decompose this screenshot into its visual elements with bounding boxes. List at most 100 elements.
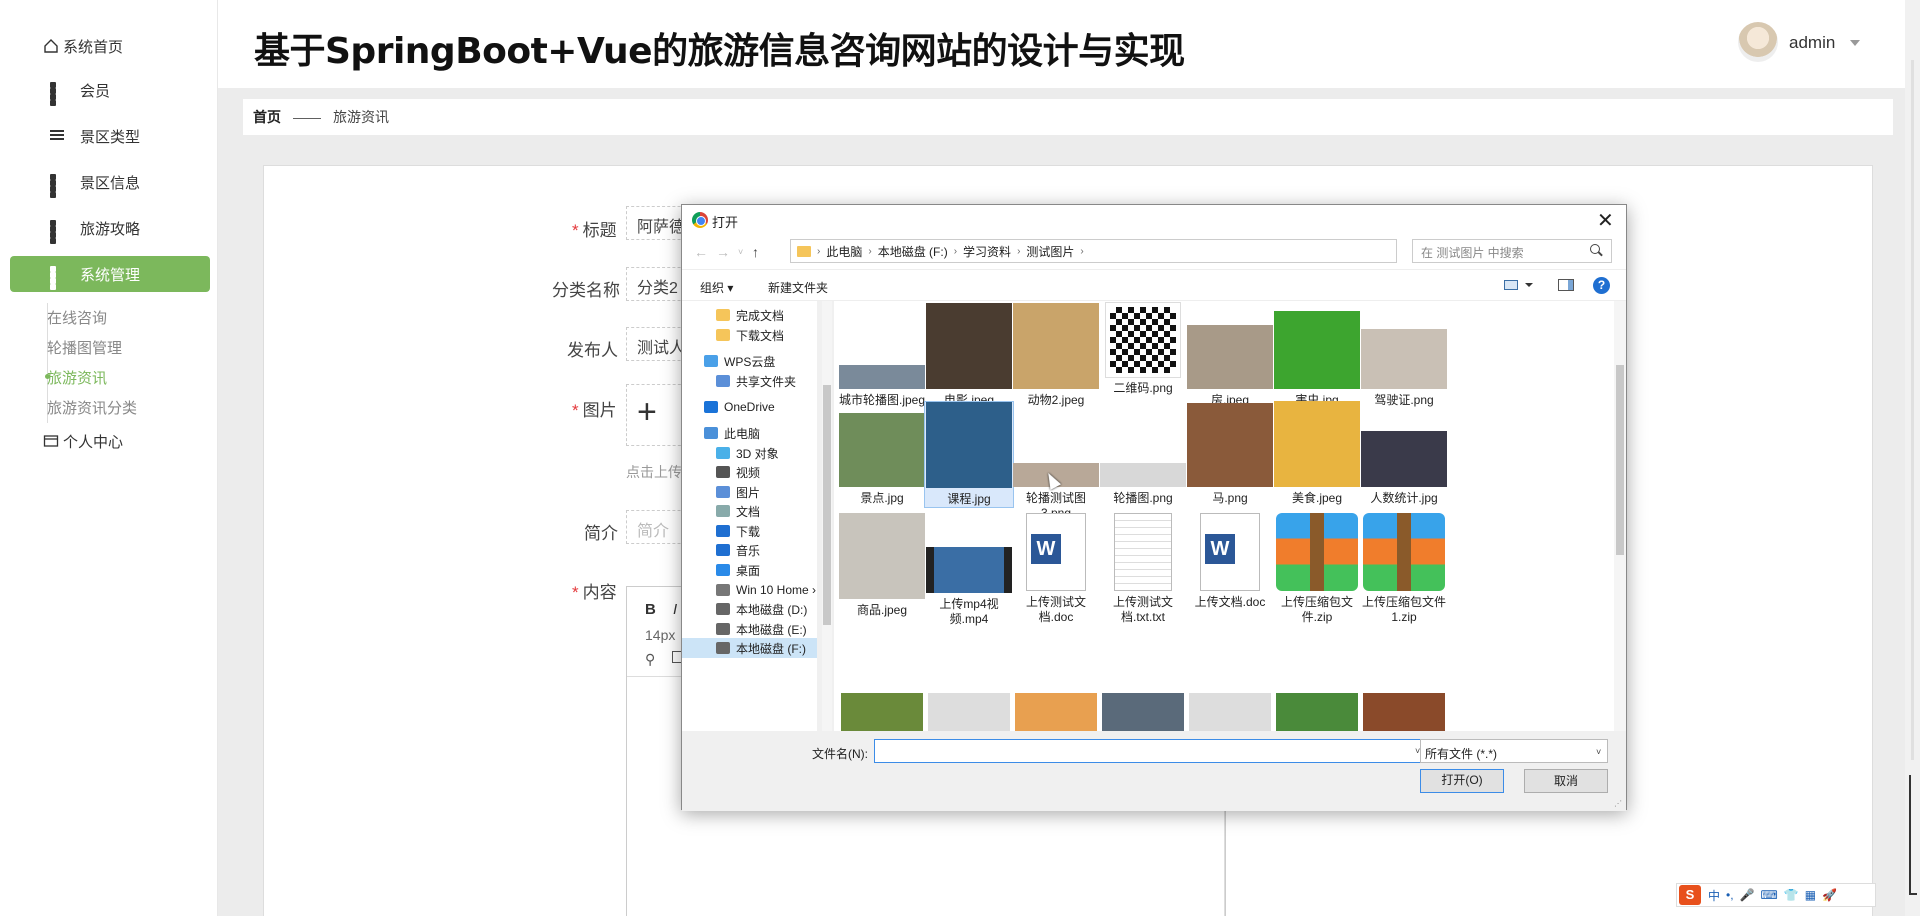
nav-item[interactable]: 共享文件夹: [682, 371, 817, 391]
sidebar-item-system-management[interactable]: 系统管理: [10, 256, 210, 292]
file-item[interactable]: 二维码.png: [1098, 302, 1188, 396]
file-item[interactable]: 房.jpeg: [1185, 303, 1275, 408]
new-folder-button[interactable]: 新建文件夹: [768, 279, 828, 296]
file-type-select[interactable]: 所有文件 (*.*): [1420, 739, 1608, 763]
file-item[interactable]: W 上传测试文档.doc: [1011, 513, 1101, 625]
sidebar-item-scenic-info[interactable]: 景区信息: [10, 164, 210, 200]
submenu-item-online-consult[interactable]: 在线咨询: [47, 307, 107, 328]
dialog-titlebar[interactable]: 打开 ✕: [682, 205, 1626, 235]
nav-item[interactable]: 此电脑: [682, 423, 817, 443]
skin-icon[interactable]: 👕: [1784, 888, 1799, 902]
nav-item[interactable]: OneDrive: [682, 397, 817, 417]
chevron-down-icon[interactable]: ˅: [1596, 747, 1601, 757]
nav-item[interactable]: 下载: [682, 521, 817, 541]
link-icon[interactable]: ⚲: [645, 651, 655, 668]
path-segment[interactable]: 测试图片: [1026, 243, 1074, 260]
close-button[interactable]: ✕: [1597, 208, 1614, 233]
microphone-icon[interactable]: 🎤: [1740, 888, 1755, 902]
keyboard-icon[interactable]: ⌨: [1761, 888, 1778, 902]
sogou-logo-icon[interactable]: S: [1679, 885, 1701, 905]
file-item[interactable]: 城市轮播图.jpeg: [837, 303, 927, 408]
file-item[interactable]: 人数统计.jpg: [1359, 401, 1449, 506]
forward-arrow-icon[interactable]: →: [716, 244, 730, 260]
sidebar-item-scenic-types[interactable]: 景区类型: [10, 118, 210, 154]
file-item[interactable]: 电影.jpeg: [924, 303, 1014, 408]
bold-button[interactable]: B: [645, 601, 656, 618]
italic-button[interactable]: I: [673, 601, 677, 618]
page-scrollbar-thumb[interactable]: [1911, 60, 1914, 760]
nav-item[interactable]: 文档: [682, 501, 817, 521]
help-icon[interactable]: ?: [1593, 277, 1610, 294]
path-segment[interactable]: 学习资料: [963, 243, 1011, 260]
nav-item[interactable]: 本地磁盘 (F:): [682, 638, 817, 658]
preview-pane-icon[interactable]: [1558, 279, 1574, 291]
back-arrow-icon[interactable]: ←: [694, 244, 708, 260]
nav-item[interactable]: 视频: [682, 462, 817, 482]
sidebar-item-personal[interactable]: 个人中心: [10, 423, 210, 459]
avatar[interactable]: [1738, 22, 1778, 62]
image-thumbnail[interactable]: [1102, 693, 1184, 731]
sidebar-item-travel-guides[interactable]: 旅游攻略: [10, 210, 210, 246]
breadcrumb-home[interactable]: 首页: [253, 107, 281, 127]
submenu-item-carousel[interactable]: 轮播图管理: [47, 337, 122, 358]
ime-toolbar[interactable]: S 中 •, 🎤 ⌨ 👕 ▦ 🚀: [1676, 883, 1876, 907]
image-thumbnail[interactable]: [841, 693, 923, 731]
username[interactable]: admin: [1789, 33, 1835, 53]
submenu-item-travel-news[interactable]: 旅游资讯: [47, 367, 107, 388]
image-thumbnail[interactable]: [1276, 693, 1358, 731]
chevron-down-icon[interactable]: [1525, 283, 1533, 287]
nav-item[interactable]: 本地磁盘 (D:): [682, 599, 817, 619]
file-item[interactable]: 动物2.jpeg: [1011, 303, 1101, 408]
cancel-button[interactable]: 取消: [1524, 769, 1608, 793]
image-thumbnail[interactable]: [1015, 693, 1097, 731]
file-item[interactable]: 轮播测试图3.png: [1011, 401, 1101, 521]
resize-grip-icon[interactable]: ⋰: [1614, 799, 1622, 808]
font-size-select[interactable]: 14px: [645, 627, 675, 643]
files-scrollbar-thumb[interactable]: [1616, 365, 1624, 555]
nav-item[interactable]: Win 10 Home ›: [682, 580, 817, 600]
up-arrow-icon[interactable]: ↑: [752, 244, 759, 260]
submenu-item-news-category[interactable]: 旅游资讯分类: [47, 397, 137, 418]
nav-item[interactable]: 图片: [682, 482, 817, 502]
file-item[interactable]: 马.png: [1185, 401, 1275, 506]
file-item[interactable]: 上传压缩包文件1.zip: [1359, 513, 1449, 625]
file-item[interactable]: 上传测试文档.txt.txt: [1098, 513, 1188, 625]
open-button[interactable]: 打开(O): [1420, 769, 1504, 793]
nav-item[interactable]: 下载文档: [682, 325, 817, 345]
image-thumbnail[interactable]: [1189, 693, 1271, 731]
nav-item[interactable]: 本地磁盘 (E:): [682, 619, 817, 639]
nav-item[interactable]: 桌面: [682, 560, 817, 580]
file-item[interactable]: 轮播图.png: [1098, 401, 1188, 506]
image-thumbnail[interactable]: [928, 693, 1010, 731]
file-item[interactable]: 驾驶证.png: [1359, 303, 1449, 408]
file-item[interactable]: 上传mp4视频.mp4: [924, 513, 1014, 627]
file-item[interactable]: 课程.jpg: [924, 401, 1014, 508]
organize-menu[interactable]: 组织 ▾: [700, 279, 733, 296]
file-item[interactable]: 商品.jpeg: [837, 513, 927, 618]
filename-input[interactable]: [874, 739, 1427, 763]
address-bar[interactable]: › 此电脑 › 本地磁盘 (F:) › 学习资料 › 测试图片 › ˅ ↻: [790, 239, 1500, 263]
caret-down-icon[interactable]: [1850, 40, 1860, 46]
ime-punct-icon[interactable]: •,: [1726, 888, 1734, 902]
file-item[interactable]: W 上传文档.doc: [1185, 513, 1275, 610]
nav-item[interactable]: WPS云盘: [682, 351, 817, 371]
file-item[interactable]: 景点.jpg: [837, 401, 927, 506]
path-segment[interactable]: 本地磁盘 (F:): [878, 243, 948, 260]
sidebar-item-members[interactable]: 会员: [10, 72, 210, 108]
path-segment[interactable]: 此电脑: [826, 243, 862, 260]
view-mode-icon[interactable]: [1504, 280, 1518, 290]
image-upload-button[interactable]: +: [626, 384, 686, 446]
search-input[interactable]: 在 测试图片 中搜索: [1412, 239, 1612, 263]
file-item[interactable]: 害虫.jpg: [1272, 303, 1362, 408]
file-item[interactable]: 美食.jpeg: [1272, 401, 1362, 506]
ime-lang[interactable]: 中: [1708, 887, 1720, 904]
nav-item[interactable]: 3D 对象: [682, 443, 817, 463]
file-item[interactable]: 上传压缩包文件.zip: [1272, 513, 1362, 625]
recent-dropdown-icon[interactable]: ˅: [738, 247, 743, 257]
nav-item[interactable]: 完成文档: [682, 305, 817, 325]
sidebar-item-home[interactable]: 系统首页: [10, 28, 210, 64]
toolbox-icon[interactable]: ▦: [1805, 888, 1816, 902]
image-thumbnail[interactable]: [1363, 693, 1445, 731]
boost-icon[interactable]: 🚀: [1822, 888, 1837, 902]
nav-item[interactable]: 音乐: [682, 540, 817, 560]
